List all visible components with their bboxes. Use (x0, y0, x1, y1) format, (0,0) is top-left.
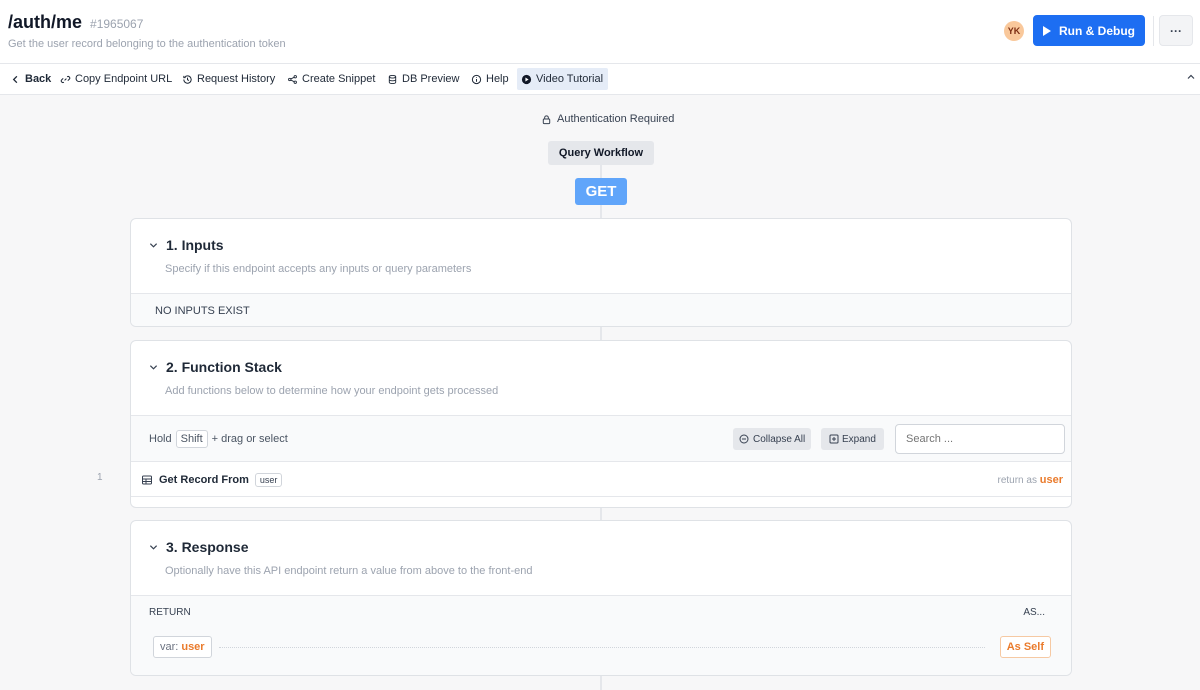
page-subtitle: Get the user record belonging to the aut… (8, 38, 286, 50)
help-button[interactable]: Help (467, 68, 513, 90)
help-label: Help (486, 73, 509, 85)
db-preview-label: DB Preview (402, 73, 460, 85)
back-button[interactable]: Back (6, 68, 55, 90)
shift-key: Shift (175, 430, 208, 448)
more-options-button[interactable]: ··· (1159, 15, 1193, 46)
chevron-down-icon[interactable] (149, 241, 158, 250)
minus-circle-icon (739, 434, 749, 444)
return-header: RETURN (149, 607, 191, 618)
function-row-index: 1 (97, 472, 103, 483)
inputs-description: Specify if this endpoint accepts any inp… (165, 263, 472, 275)
dotted-connector (219, 647, 985, 648)
endpoint-id: #1965067 (90, 17, 144, 31)
expand-button[interactable]: Expand (821, 428, 884, 450)
run-debug-button[interactable]: Run & Debug (1033, 15, 1145, 46)
hold-shift-hint: Hold Shift + drag or select (149, 430, 288, 448)
history-icon (183, 74, 192, 84)
chevron-left-icon (12, 75, 18, 83)
as-header: AS... (1023, 607, 1045, 618)
title-row: /auth/me #1965067 (8, 12, 143, 33)
collapse-all-button[interactable]: Collapse All (733, 428, 812, 450)
play-circle-icon (521, 74, 532, 84)
function-stack-header[interactable]: 2. Function Stack Add functions below to… (131, 341, 1071, 415)
inputs-title: 1. Inputs (166, 237, 224, 253)
inputs-header[interactable]: 1. Inputs Specify if this endpoint accep… (131, 219, 1071, 293)
function-stack-description: Add functions below to determine how you… (165, 385, 499, 397)
function-search-input[interactable] (895, 424, 1065, 454)
db-preview-button[interactable]: DB Preview (383, 68, 463, 90)
share-icon (288, 74, 297, 84)
page-header: /auth/me #1965067 Get the user record be… (0, 0, 1200, 64)
table-icon (142, 475, 152, 485)
response-var-name: user (181, 641, 205, 653)
authentication-required: Authentication Required (541, 113, 674, 125)
chevron-down-icon[interactable] (149, 543, 158, 552)
toolbar: Back Copy Endpoint URL Request History C… (0, 64, 1200, 95)
auth-label: Authentication Required (557, 113, 675, 125)
plus-square-icon (829, 434, 839, 444)
link-icon (60, 75, 71, 83)
query-workflow-label: Query Workflow (548, 141, 654, 165)
return-as-label: return as user (997, 474, 1064, 486)
info-icon (471, 74, 482, 84)
as-self-button[interactable]: As Self (999, 636, 1051, 658)
copy-endpoint-url-button[interactable]: Copy Endpoint URL (56, 68, 176, 90)
inputs-empty-state: NO INPUTS EXIST (131, 293, 1071, 326)
response-var-pill[interactable]: var: user (153, 636, 212, 658)
request-history-label: Request History (197, 73, 276, 85)
back-label: Back (25, 73, 52, 85)
play-icon (1043, 25, 1051, 36)
divider (1153, 16, 1154, 46)
method-badge[interactable]: GET (575, 178, 627, 205)
run-debug-label: Run & Debug (1059, 23, 1135, 38)
page-title: /auth/me (8, 12, 83, 32)
response-header[interactable]: 3. Response Optionally have this API end… (131, 521, 1071, 595)
inputs-section: 1. Inputs Specify if this endpoint accep… (130, 218, 1072, 327)
create-snippet-label: Create Snippet (302, 73, 376, 85)
response-body: RETURN AS... var: user As Self (131, 595, 1071, 675)
response-description: Optionally have this API endpoint return… (165, 565, 533, 577)
table-tag: user (254, 473, 283, 487)
function-stack-section: 2. Function Stack Add functions below to… (130, 340, 1072, 508)
return-var: user (1039, 474, 1063, 486)
lock-icon (542, 114, 551, 124)
chevron-up-icon[interactable] (1186, 72, 1196, 82)
video-tutorial-button[interactable]: Video Tutorial (517, 68, 608, 90)
response-title: 3. Response (166, 539, 249, 555)
copy-endpoint-url-label: Copy Endpoint URL (75, 73, 173, 85)
function-name: Get Record From (159, 474, 249, 486)
function-row[interactable]: Get Record From user return as user (131, 461, 1071, 497)
request-history-button[interactable]: Request History (178, 68, 279, 90)
video-tutorial-label: Video Tutorial (536, 73, 604, 85)
chevron-down-icon[interactable] (149, 363, 158, 372)
function-stack-title: 2. Function Stack (166, 359, 282, 375)
database-icon (388, 74, 397, 84)
response-section: 3. Response Optionally have this API end… (130, 520, 1072, 676)
create-snippet-button[interactable]: Create Snippet (283, 68, 379, 90)
avatar[interactable]: YK (1004, 21, 1024, 41)
function-stack-toolbar: Hold Shift + drag or select Collapse All… (131, 415, 1071, 461)
